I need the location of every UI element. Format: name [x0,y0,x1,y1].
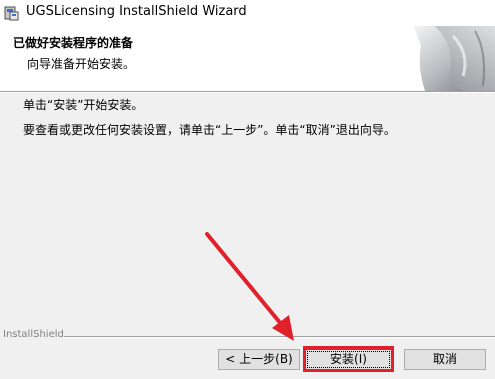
title-bar[interactable]: UGSLicensing InstallShield Wizard [0,0,495,26]
install-button[interactable]: 安装(I) [305,349,392,370]
installshield-brand-label: InstallShield [3,329,64,340]
content-area: 单击“安装”开始安装。 要查看或更改任何安装设置，请单击“上一步”。单击“取消”… [0,93,495,333]
cancel-button[interactable]: 取消 [404,349,486,370]
header-title: 已做好安装程序的准备 [13,36,134,50]
settings-hint-text: 要查看或更改任何安装设置，请单击“上一步”。单击“取消”退出向导。 [23,123,396,137]
installer-window: UGSLicensing InstallShield Wizard 已做好安装程… [0,0,495,379]
brand-row: InstallShield [0,329,495,343]
instruction-text: 单击“安装”开始安装。 [23,98,144,112]
header-art-image [395,26,495,91]
window-title: UGSLicensing InstallShield Wizard [26,4,247,19]
installer-app-icon [4,6,19,21]
back-button[interactable]: < 上一步(B) [218,349,300,370]
footer-divider [64,336,495,338]
header-subtitle: 向导准备开始安装。 [27,57,136,71]
wizard-header: 已做好安装程序的准备 向导准备开始安装。 [0,26,495,91]
install-button-label: 安装(I) [307,351,390,368]
